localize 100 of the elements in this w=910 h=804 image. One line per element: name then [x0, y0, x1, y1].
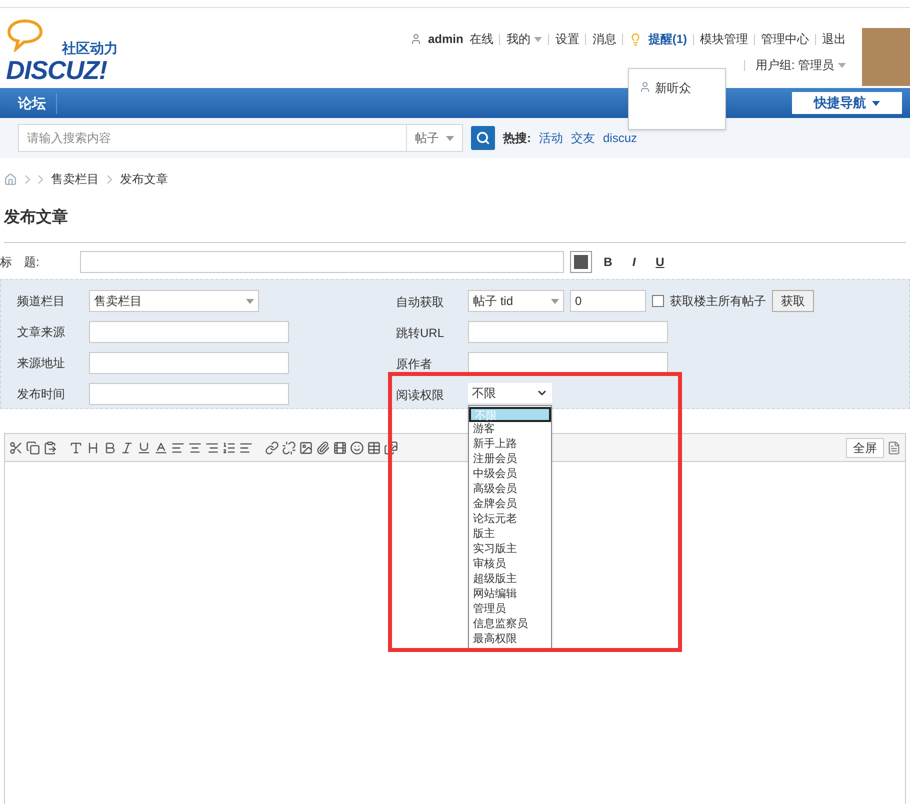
- dropdown-option[interactable]: 版主: [469, 527, 551, 542]
- form-label: 自动获取: [396, 294, 445, 311]
- hot-search-label: 热搜:: [503, 130, 531, 147]
- align-right-icon[interactable]: [205, 440, 219, 454]
- select-field[interactable]: 不限: [468, 383, 552, 403]
- paperclip-icon[interactable]: [316, 440, 330, 454]
- breadcrumb-link[interactable]: 发布文章: [120, 170, 168, 188]
- online-status: 在线: [469, 31, 494, 48]
- form-label: 频道栏目: [17, 293, 66, 310]
- numbered-list-icon[interactable]: [222, 440, 236, 454]
- form-label: 发布时间: [17, 386, 66, 403]
- user-icon: [410, 33, 422, 45]
- user-group-link[interactable]: 用户组: 管理员: [755, 56, 834, 74]
- discuz-logo[interactable]: 社区动力 DISCUZ!: [4, 18, 134, 84]
- dropdown-option[interactable]: 游客: [469, 422, 551, 437]
- dropdown-option[interactable]: 中级会员: [469, 467, 551, 482]
- search-button[interactable]: [471, 126, 495, 150]
- form-label: 来源地址: [17, 355, 66, 372]
- username-link[interactable]: admin: [428, 30, 464, 48]
- align-left-icon[interactable]: [171, 440, 185, 454]
- text-field[interactable]: 0: [570, 290, 646, 312]
- paste-icon[interactable]: [43, 440, 57, 454]
- chevron-icon: [107, 174, 112, 184]
- fetch-button[interactable]: 获取: [772, 290, 814, 312]
- text-field[interactable]: [89, 352, 289, 374]
- format-button[interactable]: U: [650, 252, 670, 272]
- color-picker[interactable]: [570, 251, 592, 273]
- dropdown-option[interactable]: 超级版主: [469, 572, 551, 587]
- lightbulb-icon: [629, 32, 642, 46]
- logo-wordmark: DISCUZ!: [6, 56, 107, 84]
- scissors-icon[interactable]: [9, 440, 23, 454]
- header-link[interactable]: 我的: [506, 30, 542, 48]
- dropdown-option[interactable]: 审核员: [469, 557, 551, 572]
- header-link[interactable]: 管理中心: [761, 30, 809, 48]
- gallery-icon[interactable]: [384, 440, 398, 454]
- smiley-icon[interactable]: [350, 440, 364, 454]
- dropdown-option[interactable]: 高级会员: [469, 482, 551, 497]
- hot-search-link[interactable]: 交友: [571, 129, 595, 147]
- select-field[interactable]: 帖子 tid: [468, 290, 564, 312]
- user-icon: [639, 81, 651, 93]
- breadcrumb-link[interactable]: 售卖栏目: [51, 170, 99, 188]
- form-label: 文章来源: [17, 324, 66, 341]
- italic-icon[interactable]: [120, 440, 134, 454]
- dropdown-option[interactable]: 信息监察员: [469, 617, 551, 632]
- text-color-icon[interactable]: [154, 440, 168, 454]
- image-icon[interactable]: [299, 440, 313, 454]
- link-icon[interactable]: [265, 440, 279, 454]
- form-label: 原作者: [396, 356, 433, 373]
- checkbox-label: 获取楼主所有帖子: [670, 293, 766, 310]
- font-icon[interactable]: [69, 440, 83, 454]
- unlink-icon[interactable]: [282, 440, 296, 454]
- search-type-select[interactable]: 帖子: [406, 125, 462, 151]
- align-center-icon[interactable]: [188, 440, 202, 454]
- dropdown-option[interactable]: 最高权限: [469, 632, 551, 647]
- title-label: 标 题:: [0, 254, 40, 271]
- dropdown-option[interactable]: 实习版主: [469, 542, 551, 557]
- checkbox[interactable]: [652, 295, 664, 307]
- text-field[interactable]: [468, 321, 668, 343]
- hot-search-link[interactable]: discuz: [603, 129, 638, 147]
- caret-icon: [246, 298, 254, 304]
- form-label: 跳转URL: [396, 325, 446, 342]
- copy-icon[interactable]: [26, 440, 40, 454]
- search-icon: [476, 131, 490, 145]
- caret-icon: [838, 62, 846, 68]
- document-icon[interactable]: [887, 440, 901, 454]
- quick-nav-button[interactable]: 快捷导航: [792, 92, 902, 114]
- text-field[interactable]: [89, 321, 289, 343]
- underline-icon[interactable]: [137, 440, 151, 454]
- header-link[interactable]: 模块管理: [700, 30, 748, 48]
- dropdown-option[interactable]: 管理员: [469, 602, 551, 617]
- film-icon[interactable]: [333, 440, 347, 454]
- nav-tab[interactable]: 论坛: [8, 92, 57, 114]
- format-button[interactable]: B: [598, 252, 618, 272]
- page-title: 发布文章: [2, 207, 69, 228]
- header-link[interactable]: 退出: [822, 30, 846, 48]
- form-label: 阅读权限: [396, 387, 445, 404]
- dropdown-option[interactable]: 网站编辑: [469, 587, 551, 602]
- text-field[interactable]: [89, 383, 289, 405]
- caret-icon: [872, 100, 880, 106]
- title-field[interactable]: [80, 251, 564, 273]
- caret-icon: [551, 298, 559, 304]
- hot-search-link[interactable]: 活动: [539, 129, 563, 147]
- logo-tagline: 社区动力: [62, 39, 118, 58]
- dropdown-option[interactable]: 新手上路: [469, 437, 551, 452]
- fullscreen-button[interactable]: 全屏: [846, 438, 884, 458]
- popup-item[interactable]: 新听众: [655, 79, 691, 97]
- header-link[interactable]: 提醒(1): [648, 30, 687, 48]
- select-field[interactable]: 售卖栏目: [89, 290, 259, 312]
- search-field[interactable]: 请输入搜索内容 帖子: [18, 124, 463, 152]
- speech-bubble-icon: [6, 18, 44, 52]
- table-icon[interactable]: [367, 440, 381, 454]
- caret-icon: [446, 136, 454, 140]
- dropdown-option[interactable]: 注册会员: [469, 452, 551, 467]
- header-link[interactable]: 设置: [555, 30, 580, 48]
- bold-icon[interactable]: [103, 440, 117, 454]
- text-field[interactable]: [468, 352, 668, 374]
- dropdown-option[interactable]: 金牌会员: [469, 497, 551, 512]
- format-button[interactable]: I: [624, 252, 644, 272]
- dropdown-option[interactable]: 论坛元老: [469, 512, 551, 527]
- header-link[interactable]: 消息: [592, 30, 616, 48]
